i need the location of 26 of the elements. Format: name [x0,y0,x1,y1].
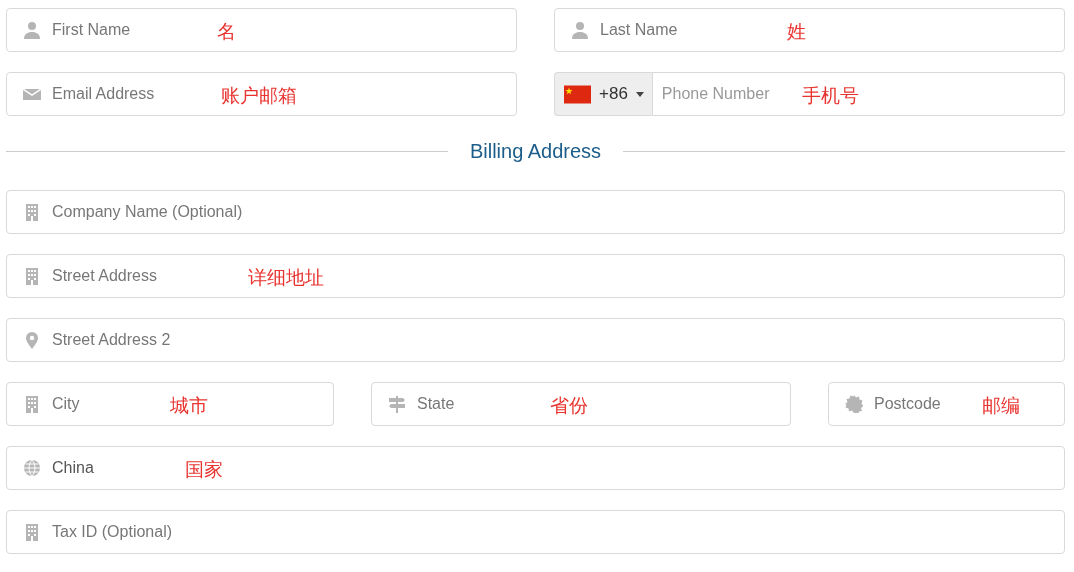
input-field[interactable]: Tax ID (Optional) [6,510,1065,554]
annotation-note: 城市 [170,393,208,418]
caret-icon [635,91,644,97]
annotation-note: 账户邮箱 [221,83,297,108]
annotation-note: 邮编 [982,393,1020,418]
globe-icon [23,459,41,477]
annotation-note: 省份 [550,393,588,418]
building-icon [23,267,41,285]
input-field[interactable]: Company Name (Optional) [6,190,1065,234]
person-icon [23,21,41,39]
building-icon [23,395,41,413]
signpost-icon [388,395,406,413]
person-icon [571,21,589,39]
building-icon [23,203,41,221]
building-icon [23,523,41,541]
annotation-note: 名 [217,19,236,44]
input-field[interactable]: Street Address 2 [6,318,1065,362]
annotation-note: 手机号 [802,83,859,108]
flag-icon [564,84,591,104]
location-pin-icon [23,331,41,349]
annotation-note: 国家 [185,457,223,482]
annotation-note: 详细地址 [248,265,324,290]
annotation-note: 姓 [787,19,806,44]
seal-icon [845,395,863,413]
section-heading: Billing Address [469,139,602,164]
dial-code-dropdown[interactable]: +86 [554,72,652,116]
